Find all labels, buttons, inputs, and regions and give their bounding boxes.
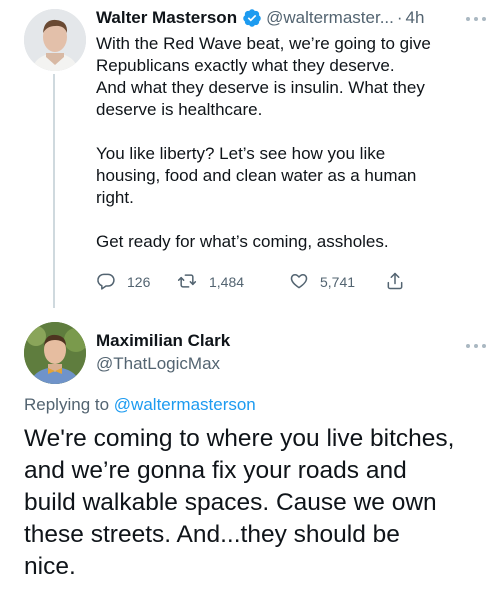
reply-author-handle[interactable]: @ThatLogicMax: [96, 354, 220, 374]
reply-line: these streets. And...they should be: [24, 521, 400, 548]
like-button[interactable]: 5,741: [289, 270, 355, 294]
reply-author-name[interactable]: Maximilian Clark: [96, 331, 230, 351]
original-tweet[interactable]: Walter Masterson @waltermaster... · 4h W…: [0, 0, 500, 308]
tweet-line: Republicans exactly what they deserve.: [96, 56, 395, 75]
like-icon: [289, 271, 309, 294]
tweet-actions: 126 1,484 5,741: [96, 270, 416, 294]
retweet-icon: [176, 271, 198, 294]
tweet-text: With the Red Wave beat, we’re going to g…: [96, 33, 481, 253]
share-icon: [385, 271, 405, 294]
replying-to-label: Replying to: [24, 395, 110, 414]
replying-to-handle[interactable]: @waltermasterson: [114, 395, 256, 414]
more-icon[interactable]: [466, 341, 486, 351]
tweet-line: You like liberty? Let’s see how you like: [96, 144, 386, 163]
reply-line: and we’re gonna fix your roads and: [24, 457, 407, 484]
tweet-line: deserve is healthcare.: [96, 100, 263, 119]
reply-line: We're coming to where you live bitches,: [24, 425, 455, 452]
tweet-line: right.: [96, 188, 134, 207]
reply-button[interactable]: 126: [96, 270, 150, 294]
more-icon[interactable]: [466, 14, 486, 24]
avatar-maximilian-clark[interactable]: [24, 322, 86, 384]
verified-badge-icon: [242, 8, 262, 28]
tweet-line: With the Red Wave beat, we’re going to g…: [96, 34, 431, 53]
share-button[interactable]: [385, 270, 405, 294]
retweet-button[interactable]: 1,484: [176, 270, 244, 294]
tweet-line: housing, food and clean water as a human: [96, 166, 417, 185]
reply-icon: [96, 271, 116, 294]
author-name[interactable]: Walter Masterson: [96, 8, 237, 28]
tweet-header: Walter Masterson @waltermaster... · 4h: [96, 6, 486, 30]
retweet-count: 1,484: [209, 274, 245, 290]
reply-line: nice.: [24, 553, 76, 580]
reply-count: 126: [127, 274, 151, 290]
timestamp[interactable]: 4h: [406, 8, 425, 28]
thread-line: [53, 74, 55, 308]
replying-to: Replying to @waltermasterson: [24, 395, 256, 415]
tweet-line: And what they deserve is insulin. What t…: [96, 78, 425, 97]
avatar-walter-masterson[interactable]: [24, 9, 86, 71]
like-count: 5,741: [320, 274, 356, 290]
reply-text: We're coming to where you live bitches, …: [24, 423, 494, 583]
author-handle[interactable]: @waltermaster...: [266, 8, 394, 28]
reply-line: build walkable spaces. Cause we own: [24, 489, 437, 516]
separator: ·: [396, 8, 403, 27]
tweet-line: Get ready for what’s coming, assholes.: [96, 232, 389, 251]
